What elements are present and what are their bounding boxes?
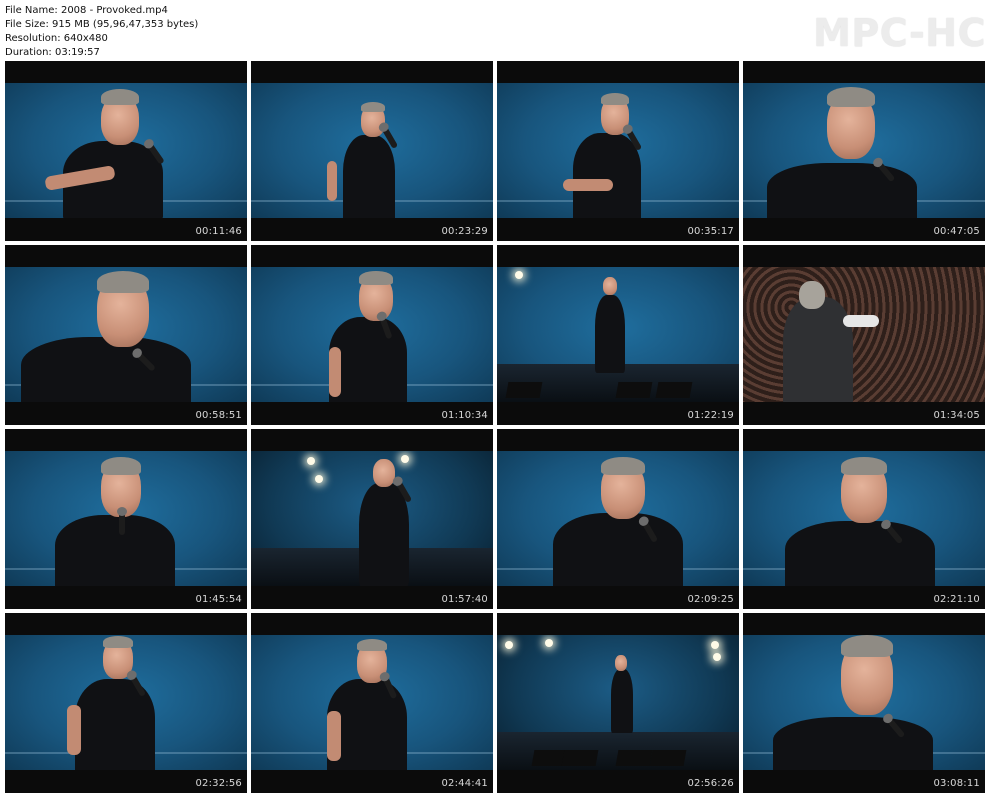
resolution-text: Resolution: 640x480 bbox=[5, 33, 108, 44]
video-frame bbox=[743, 83, 985, 218]
duration-text: Duration: 03:19:57 bbox=[5, 47, 100, 58]
thumbnail-8: 01:34:05 bbox=[743, 245, 985, 425]
timestamp-label: 01:10:34 bbox=[441, 410, 488, 421]
timestamp-label: 03:08:11 bbox=[933, 778, 980, 789]
video-frame bbox=[5, 451, 247, 586]
video-frame bbox=[497, 635, 739, 770]
video-frame bbox=[5, 267, 247, 402]
video-frame bbox=[497, 83, 739, 218]
thumbnail-3: 00:35:17 bbox=[497, 61, 739, 241]
thumbnail-1: 00:11:46 bbox=[5, 61, 247, 241]
video-frame bbox=[5, 635, 247, 770]
video-frame bbox=[5, 83, 247, 218]
timestamp-label: 02:44:41 bbox=[441, 778, 488, 789]
thumbnail-12: 02:21:10 bbox=[743, 429, 985, 609]
mpc-hc-logo: MPC-HC bbox=[813, 11, 986, 55]
timestamp-label: 01:22:19 bbox=[687, 410, 734, 421]
thumbnail-9: 01:45:54 bbox=[5, 429, 247, 609]
thumbnail-15: 02:56:26 bbox=[497, 613, 739, 793]
thumbnail-6: 01:10:34 bbox=[251, 245, 493, 425]
thumbnail-13: 02:32:56 bbox=[5, 613, 247, 793]
timestamp-label: 02:56:26 bbox=[687, 778, 734, 789]
timestamp-label: 00:23:29 bbox=[441, 226, 488, 237]
file-name-text: File Name: 2008 - Provoked.mp4 bbox=[5, 5, 168, 16]
file-info-panel: File Name: 2008 - Provoked.mp4 File Size… bbox=[5, 4, 198, 60]
timestamp-label: 02:21:10 bbox=[933, 594, 980, 605]
thumbnail-11: 02:09:25 bbox=[497, 429, 739, 609]
timestamp-label: 01:34:05 bbox=[933, 410, 980, 421]
video-frame bbox=[743, 451, 985, 586]
timestamp-label: 00:58:51 bbox=[195, 410, 242, 421]
thumbnail-4: 00:47:05 bbox=[743, 61, 985, 241]
thumbnail-2: 00:23:29 bbox=[251, 61, 493, 241]
thumbnail-16: 03:08:11 bbox=[743, 613, 985, 793]
timestamp-label: 00:35:17 bbox=[687, 226, 734, 237]
thumbnail-10: 01:57:40 bbox=[251, 429, 493, 609]
thumbnail-14: 02:44:41 bbox=[251, 613, 493, 793]
video-frame bbox=[251, 83, 493, 218]
video-frame bbox=[251, 635, 493, 770]
video-frame bbox=[251, 451, 493, 586]
thumbnail-grid: 00:11:46 00:23:29 00:35:17 00:47:05 00:5… bbox=[5, 61, 988, 793]
thumbnail-5: 00:58:51 bbox=[5, 245, 247, 425]
timestamp-label: 01:45:54 bbox=[195, 594, 242, 605]
thumbnail-7: 01:22:19 bbox=[497, 245, 739, 425]
timestamp-label: 02:32:56 bbox=[195, 778, 242, 789]
video-frame bbox=[743, 635, 985, 770]
timestamp-label: 02:09:25 bbox=[687, 594, 734, 605]
video-frame bbox=[497, 267, 739, 402]
video-frame bbox=[743, 267, 985, 402]
timestamp-label: 00:47:05 bbox=[933, 226, 980, 237]
timestamp-label: 01:57:40 bbox=[441, 594, 488, 605]
video-frame bbox=[251, 267, 493, 402]
timestamp-label: 00:11:46 bbox=[195, 226, 242, 237]
file-size-text: File Size: 915 MB (95,96,47,353 bytes) bbox=[5, 19, 199, 30]
video-frame bbox=[497, 451, 739, 586]
